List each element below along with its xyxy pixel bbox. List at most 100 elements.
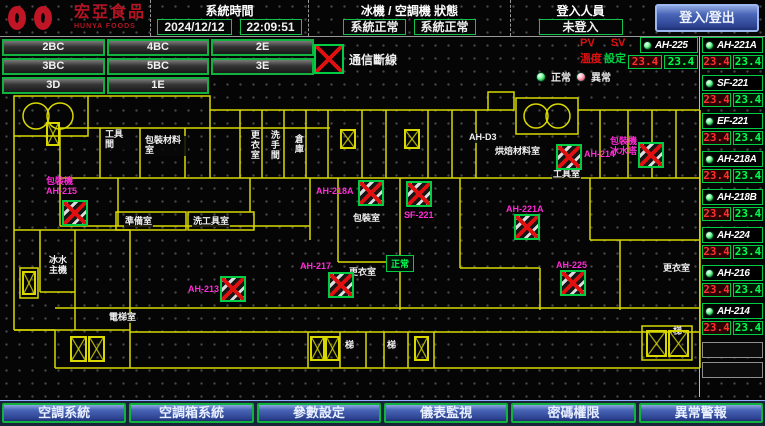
unit-name: AH-218A — [717, 154, 757, 165]
status-lamp-icon — [705, 193, 714, 202]
floor-button-3e[interactable]: 3E — [211, 58, 314, 75]
login-status: 未登入 — [539, 19, 623, 35]
unit-ah-218b[interactable]: AH-218B — [702, 189, 763, 205]
status-lamp-icon — [705, 41, 714, 50]
date-display: 2024/12/12 — [157, 19, 231, 35]
elevator-shaft-icon — [88, 336, 105, 362]
offline-equipment-icon[interactable] — [328, 272, 354, 298]
equipment-label: SF-221 — [404, 210, 434, 220]
nav-button-2[interactable]: 空調箱系統 — [129, 403, 253, 423]
sv-value: 23.4 — [664, 55, 698, 69]
sv-value: 23.4 — [733, 93, 763, 107]
unit-ef-221[interactable]: EF-221 — [702, 113, 763, 129]
sv-value: 23.4 — [733, 169, 763, 183]
equipment-label: AH-225 — [556, 260, 587, 270]
logo-icon — [34, 6, 52, 30]
elevator-shaft-icon — [340, 129, 356, 149]
stairs-icon — [516, 98, 578, 134]
pv-value: 23.4 — [628, 55, 662, 69]
room-label: 工具室 — [552, 170, 581, 180]
logo-subtitle: HUNYA FOODS — [74, 23, 146, 30]
login-logout-button[interactable]: 登入/登出 — [655, 4, 759, 32]
chiller-status: 系統正常 — [343, 19, 405, 35]
offline-equipment-icon[interactable] — [514, 214, 540, 240]
status-lamp-icon — [705, 79, 714, 88]
sv-value: 23.4 — [733, 207, 763, 221]
pv-value: 23.4 — [702, 55, 731, 69]
unit-name: AH-221A — [717, 40, 757, 51]
floor-button-2e[interactable]: 2E — [211, 39, 314, 56]
status-lamp-icon — [643, 41, 652, 50]
offline-equipment-icon[interactable] — [638, 142, 664, 168]
unit-ah-218a[interactable]: AH-218A — [702, 151, 763, 167]
sv-value: 23.4 — [733, 55, 763, 69]
room-label: 梯 — [386, 341, 397, 351]
nav-button-6[interactable]: 異常警報 — [639, 403, 763, 423]
pv-value: 23.4 — [702, 131, 731, 145]
status-box: 正常 — [386, 255, 414, 272]
offline-equipment-icon[interactable] — [560, 270, 586, 296]
unit-ah-216[interactable]: AH-216 — [702, 265, 763, 281]
unit-sf-221[interactable]: SF-221 — [702, 75, 763, 91]
unit-ah-221a[interactable]: AH-221A — [702, 37, 763, 53]
floor-button-1e[interactable]: 1E — [107, 77, 210, 94]
equipment-label: AH-221A — [506, 204, 544, 214]
company-logo: 宏亞食品 HUNYA FOODS — [0, 0, 150, 36]
room-label: 準備室 — [124, 217, 153, 227]
status-lamp-icon — [705, 269, 714, 278]
floor-button-3bc[interactable]: 3BC — [2, 58, 105, 75]
sv-label: SV — [611, 38, 626, 49]
unit-ah-214[interactable]: AH-214 — [702, 303, 763, 319]
login-label: 登入人員 — [556, 2, 604, 19]
comm-loss-label: 通信斷線 — [349, 51, 397, 68]
nav-button-1[interactable]: 空調系統 — [2, 403, 126, 423]
pv-label: PV — [580, 38, 595, 49]
normal-lamp-icon — [536, 72, 546, 82]
offline-equipment-icon[interactable] — [406, 181, 432, 207]
unit-name: AH-218B — [717, 192, 757, 203]
sv-value: 23.4 — [733, 283, 763, 297]
unit-name: AH-225 — [655, 40, 688, 51]
floor-button-4bc[interactable]: 4BC — [107, 39, 210, 56]
normal-label: 正常 — [551, 69, 571, 84]
unit-ah-224[interactable]: AH-224 — [702, 227, 763, 243]
floor-button-3d[interactable]: 3D — [2, 77, 105, 94]
equipment-label: 包裝機 冰水塔 — [610, 136, 637, 157]
ahu-status: 系統正常 — [414, 19, 476, 35]
system-time-label: 系統時間 — [205, 2, 253, 19]
elevator-shaft-icon — [46, 122, 60, 146]
offline-equipment-icon[interactable] — [556, 144, 582, 170]
offline-equipment-icon[interactable] — [62, 200, 88, 226]
offline-equipment-icon[interactable] — [358, 180, 384, 206]
unit-name: SF-221 — [717, 78, 748, 89]
equipment-label: AH-213 — [188, 284, 219, 294]
offline-equipment-icon[interactable] — [220, 276, 246, 302]
room-label: 梯 — [344, 341, 355, 351]
unit-ah-225[interactable]: AH-225 — [640, 37, 698, 53]
nav-button-3[interactable]: 參數設定 — [257, 403, 381, 423]
unit-name: AH-224 — [717, 230, 750, 241]
abnormal-lamp-icon — [576, 72, 586, 82]
floor-button-2bc[interactable]: 2BC — [2, 39, 105, 56]
comm-loss-icon — [314, 44, 344, 74]
elevator-shaft-icon — [310, 336, 325, 361]
pv-value: 23.4 — [702, 169, 731, 183]
sv-value: 23.4 — [733, 245, 763, 259]
room-label: 更衣室 — [248, 130, 260, 160]
room-label: 包裝材料室 — [144, 136, 188, 156]
machine-status-label: 冰機 / 空調機 狀態 — [361, 2, 458, 19]
nav-button-4[interactable]: 儀表監視 — [384, 403, 508, 423]
header-bar: 宏亞食品 HUNYA FOODS 系統時間 2024/12/12 22:09:5… — [0, 0, 765, 37]
panel-divider — [699, 37, 700, 397]
abnormal-label: 異常 — [591, 69, 611, 84]
room-label: 冰水主機 — [48, 256, 72, 276]
empty-slot — [702, 342, 763, 358]
equipment-label: AH-217 — [300, 261, 331, 271]
temp-set-label-green: 設定 — [604, 54, 626, 65]
floor-button-5bc[interactable]: 5BC — [107, 58, 210, 75]
pv-value: 23.4 — [702, 321, 731, 335]
elevator-shaft-icon — [70, 336, 87, 362]
nav-button-5[interactable]: 密碼權限 — [511, 403, 635, 423]
system-time-section: 系統時間 2024/12/12 22:09:51 — [150, 0, 308, 36]
floor-selector: 2BC4BC2E 3BC5BC3E 3D1E — [2, 39, 314, 94]
